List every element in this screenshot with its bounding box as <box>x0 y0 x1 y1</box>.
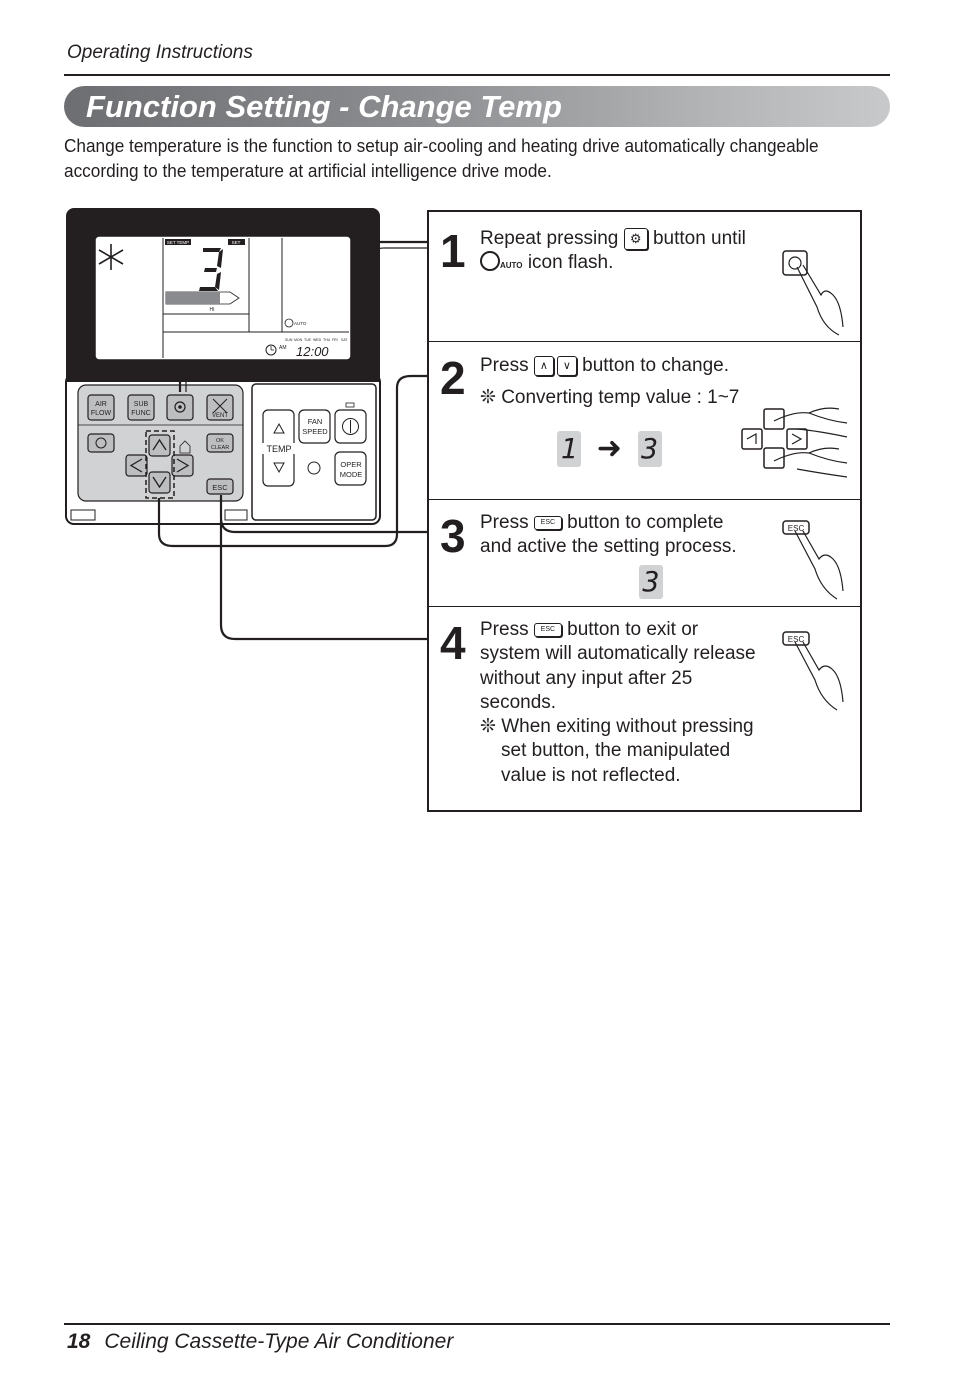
step-text: system will automatically release <box>480 643 756 665</box>
down-arrow-button <box>148 471 171 494</box>
step-2: 2 Press ∧ ∨ button to change. ❊ Convertin… <box>429 341 860 500</box>
page-footer: 18 Ceiling Cassette-Type Air Conditioner <box>67 1330 453 1354</box>
hand-pressing-arrows-icon <box>741 407 848 478</box>
set-value: 3 <box>639 565 663 599</box>
svg-text:ESC: ESC <box>212 483 228 492</box>
lcd-auto-label: AUTO <box>294 321 307 326</box>
step-text: Repeat pressing <box>480 228 619 249</box>
hand-pressing-gear-icon <box>782 250 844 336</box>
svg-text:ESC: ESC <box>788 524 805 533</box>
step-text: button to complete <box>567 512 724 533</box>
svg-text:ESC: ESC <box>788 635 805 644</box>
step-3: 3 Press ESC button to complete and activ… <box>429 499 860 607</box>
svg-text:THU: THU <box>323 338 331 342</box>
svg-text:TUE: TUE <box>304 338 312 342</box>
step-text: Press <box>480 619 529 640</box>
svg-text:FRI: FRI <box>332 338 338 342</box>
step-text: button until <box>652 228 746 249</box>
right-arrow-button <box>171 454 194 477</box>
step-note: ❊ When exiting without pressing set butt… <box>480 716 754 786</box>
svg-text:MODE: MODE <box>340 470 363 479</box>
step-text: button to change. <box>582 355 729 376</box>
timer-button <box>87 433 115 453</box>
step-number: 4 <box>440 617 466 669</box>
svg-text:FAN: FAN <box>308 417 323 426</box>
esc-button-icon: ESC <box>533 622 562 637</box>
auto-thermo-icon <box>480 251 500 272</box>
chevron-down-icon: ∨ <box>556 355 577 376</box>
svg-text:FUNC: FUNC <box>131 410 150 417</box>
step-text: button to exit or <box>567 619 699 640</box>
svg-text:CLEAR: CLEAR <box>211 445 229 451</box>
hand-pressing-esc-icon: ESC <box>782 520 844 600</box>
svg-text:OK: OK <box>216 438 224 444</box>
svg-text:SAT: SAT <box>341 338 348 342</box>
footer-title: Ceiling Cassette-Type Air Conditioner <box>104 1330 454 1353</box>
esc-button-icon: ESC <box>533 515 562 530</box>
temp-change-indicator: 1 ➜ 3 <box>557 431 662 467</box>
step-number: 2 <box>440 352 466 404</box>
am-label: AM <box>279 345 287 351</box>
svg-text:SUN: SUN <box>285 338 293 342</box>
svg-text:MON: MON <box>294 338 303 342</box>
svg-text:SPEED: SPEED <box>302 427 328 436</box>
svg-text:OPER: OPER <box>340 460 362 469</box>
auto-label: AUTO <box>500 261 523 271</box>
step-number: 3 <box>440 510 466 562</box>
step-number: 1 <box>440 225 466 277</box>
fan-level-label: HI <box>210 307 215 313</box>
svg-text:WED: WED <box>313 338 322 342</box>
temp-label: TEMP <box>266 444 291 454</box>
step-text: Press <box>480 512 529 533</box>
svg-text:FLOW: FLOW <box>91 410 112 417</box>
up-arrow-button <box>148 434 171 457</box>
step-text: seconds. <box>480 691 557 713</box>
step-4: 4 Press ESC button to exit or system wil… <box>429 606 860 810</box>
left-arrow-button <box>125 454 148 477</box>
step-text: Press <box>480 355 529 376</box>
from-value: 1 <box>557 431 581 467</box>
svg-text:VENT: VENT <box>212 413 228 419</box>
lcd-clock: 12:00 <box>296 344 329 359</box>
step-text: and active the setting process. <box>480 536 737 558</box>
set-label: SET <box>232 240 241 245</box>
hand-pressing-esc-icon: ESC <box>782 631 844 711</box>
chevron-up-icon: ∧ <box>533 355 554 376</box>
steps-panel: 1 Repeat pressing ⚙ button until AUTO ic… <box>427 210 862 812</box>
to-value: 3 <box>637 431 662 467</box>
svg-text:AIR: AIR <box>95 401 107 408</box>
step-text: without any input after 25 <box>480 667 693 689</box>
footer-rule <box>64 1323 890 1325</box>
svg-text:SUB: SUB <box>134 401 149 408</box>
step-note: ❊ Converting temp value : 1~7 <box>480 387 740 409</box>
step-text: icon flash. <box>527 252 614 274</box>
set-temp-label: SET TEMP <box>167 240 189 245</box>
gear-button-icon: ⚙ <box>623 227 648 250</box>
arrow-right-icon: ➜ <box>596 432 622 465</box>
page-number: 18 <box>67 1330 91 1353</box>
step-1: 1 Repeat pressing ⚙ button until AUTO ic… <box>429 212 860 342</box>
